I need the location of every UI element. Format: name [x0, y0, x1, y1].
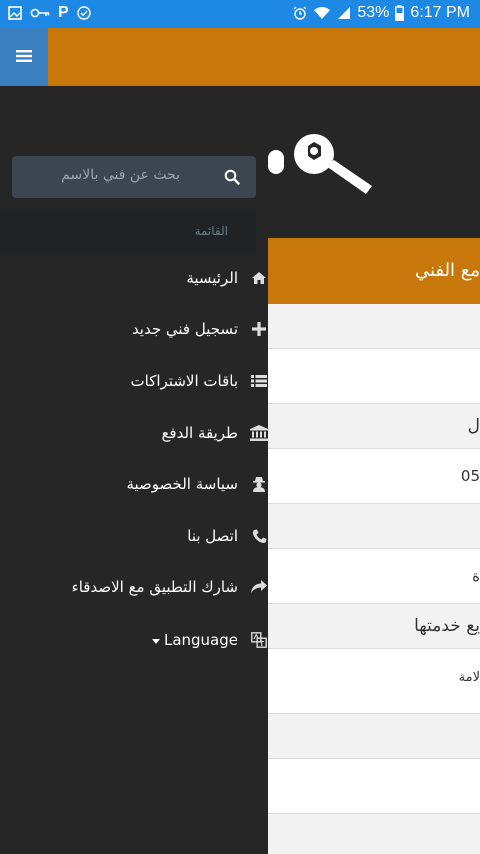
alarm-icon [293, 6, 307, 20]
search-input[interactable]: بحث عن فني بالاسم [61, 167, 180, 183]
sidebar-item-label: Language [163, 631, 238, 649]
list-item [268, 304, 480, 349]
hamburger-icon [16, 48, 32, 67]
sidebar-item-label: شارك التطبيق مع الاصدقاء [71, 578, 238, 596]
user-secret-icon [250, 476, 268, 492]
image-icon [8, 6, 22, 20]
row-text: يع خدمتها [414, 616, 480, 636]
sidebar-item-label: الرئيسية [186, 269, 238, 287]
wifi-icon [313, 6, 331, 20]
battery-icon [395, 5, 405, 21]
row-text: لامة [458, 670, 480, 685]
caret-down-icon [151, 631, 160, 649]
language-dropdown[interactable]: Language [151, 631, 238, 649]
sidebar-item-label: سياسة الخصوصية [126, 475, 238, 493]
app-logo [268, 126, 378, 202]
sidebar-item-label: طريقة الدفع [161, 424, 238, 442]
sidebar-item-subscriptions[interactable]: باقات الاشتراكات [0, 361, 268, 401]
content-header: مع الفني [268, 238, 480, 304]
sidebar-item-register-technician[interactable]: تسجيل فني جديد [0, 309, 268, 349]
share-icon [250, 580, 268, 594]
sidebar-item-label: تسجيل فني جديد [131, 320, 238, 338]
row-text: 05 [460, 467, 480, 485]
check-circle-icon [76, 6, 91, 20]
language-icon [250, 632, 268, 648]
clock: 6:17 PM [410, 4, 470, 21]
key-icon [30, 7, 50, 19]
row-text: ل [467, 416, 480, 436]
list-icon [250, 374, 268, 388]
drawer-section-label: القائمة [0, 210, 256, 254]
search-icon[interactable] [224, 169, 240, 189]
list-item [268, 814, 480, 854]
signal-icon [337, 6, 351, 20]
sidebar-item-share-app[interactable]: شارك التطبيق مع الاصدقاء [0, 567, 268, 607]
list-item: لامة [268, 649, 480, 714]
home-icon [250, 271, 268, 285]
row-text: ة [472, 567, 480, 585]
section-label-text: القائمة [194, 224, 228, 238]
battery-percent: 53% [357, 4, 390, 21]
plus-icon [250, 322, 268, 336]
sidebar-item-language[interactable]: Language [0, 620, 268, 660]
list-item: ل [268, 404, 480, 449]
parking-icon: P [58, 4, 69, 21]
list-item [268, 504, 480, 549]
sidebar-item-payment[interactable]: طريقة الدفع [0, 413, 268, 453]
sidebar-item-home[interactable]: الرئيسية [0, 258, 268, 298]
sidebar-item-label: باقات الاشتراكات [130, 372, 238, 390]
sidebar-item-label: اتصل بنا [187, 527, 238, 545]
list-item: 05 [268, 449, 480, 504]
content-header-text: مع الفني [415, 260, 480, 281]
search-box[interactable]: بحث عن فني بالاسم [12, 156, 256, 198]
list-item [268, 714, 480, 759]
main-content: مع الفني ل 05 ة يع خدمتها لامة [268, 238, 480, 854]
sidebar-item-contact[interactable]: اتصل بنا [0, 516, 268, 556]
bank-icon [250, 425, 268, 441]
list-item: ة [268, 549, 480, 604]
phone-icon [250, 529, 268, 544]
list-item: يع خدمتها [268, 604, 480, 649]
list-item [268, 759, 480, 814]
status-bar: P 53% 6:17 PM [0, 0, 480, 28]
app-toolbar [0, 28, 480, 86]
menu-button[interactable] [0, 28, 48, 86]
list-item [268, 349, 480, 404]
sidebar-item-privacy[interactable]: سياسة الخصوصية [0, 464, 268, 504]
